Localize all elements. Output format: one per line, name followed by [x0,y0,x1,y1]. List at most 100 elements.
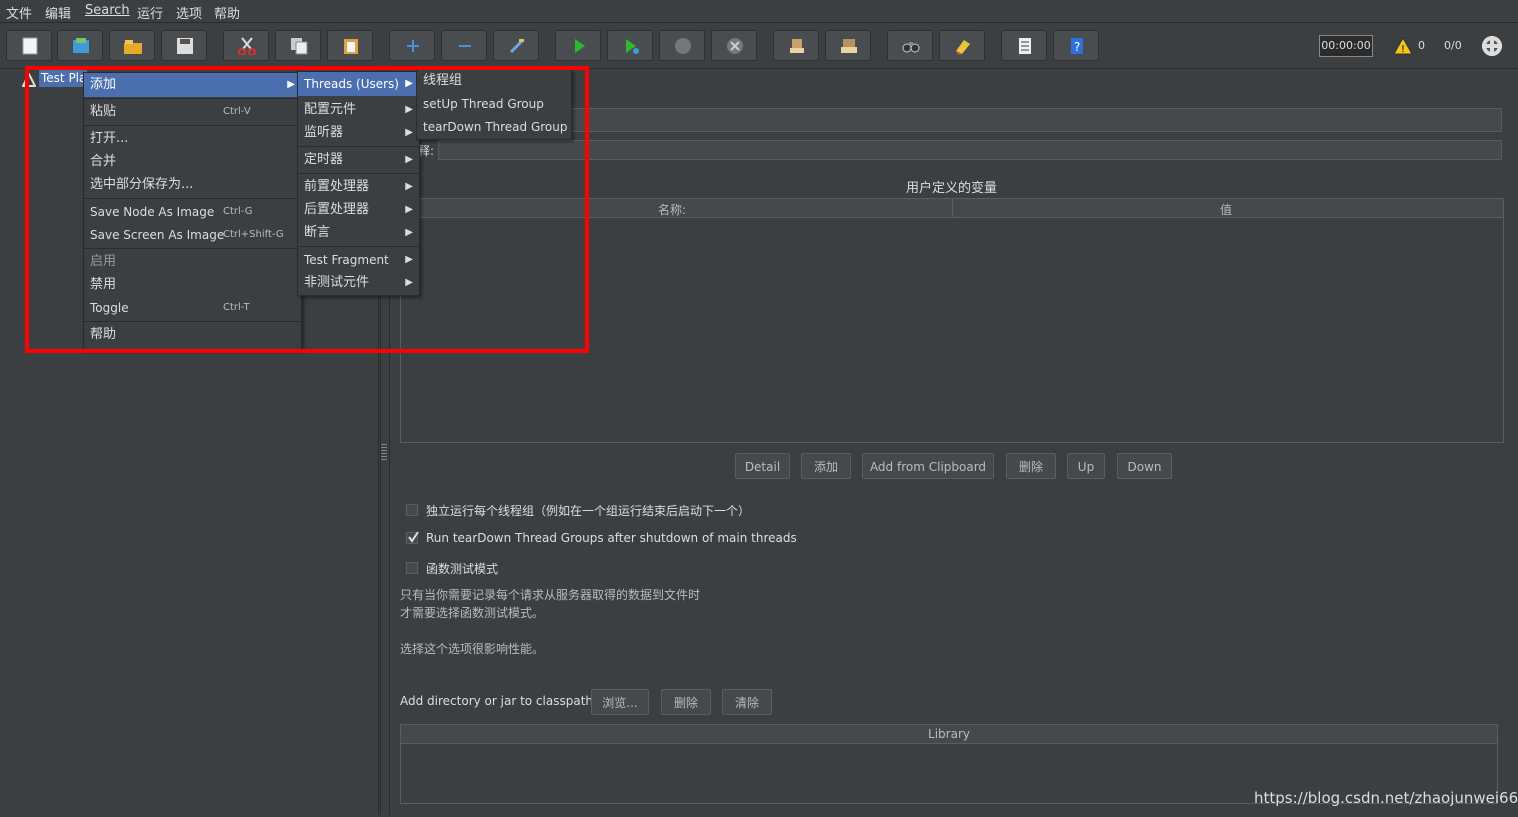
open-button[interactable] [109,30,155,61]
clear-all-button[interactable] [825,30,871,61]
submenu-arrow-icon: ▶ [405,104,413,115]
checkmark-icon [408,531,419,543]
submenu-item-timer[interactable]: 定时器 ▶ [298,149,419,171]
add-button[interactable]: 添加 [801,453,851,479]
menu-edit[interactable]: 编辑 [45,3,71,22]
udv-table: 名称: 值 [400,198,1504,443]
save-button[interactable] [161,30,207,61]
warning-icon[interactable]: ! [1393,37,1413,55]
menu-bar: 文件 编辑 Search 运行 选项 帮助 [0,0,1518,23]
note-line-3: 选择这个选项很影响性能。 [400,642,545,656]
start-icon [575,39,585,53]
help-button[interactable]: ? [1053,30,1099,61]
teardown-checkbox[interactable] [406,531,419,544]
search-button[interactable] [887,30,933,61]
templates-button[interactable] [57,30,103,61]
udv-table-header: 名称: 值 [401,199,1503,218]
test-plan-editor: 释: 用户定义的变量 名称: 值 Detail 添加 Add from Clip… [390,70,1518,817]
collapse-icon [459,45,471,47]
menu-item-add[interactable]: 添加 ▶ [84,73,301,97]
svg-text:!: ! [1401,44,1405,55]
tree-node-test-plan[interactable]: Test Pla [39,70,87,87]
open-icon [124,40,142,54]
submenu-arrow-icon: ▶ [405,78,413,89]
col-value-header[interactable]: 值 [1220,201,1232,218]
cut-button[interactable] [223,30,269,61]
save-icon [177,38,193,54]
start-button[interactable] [555,30,601,61]
shutdown-button[interactable] [711,30,757,61]
function-helper-icon [1019,38,1031,54]
name-field[interactable] [567,108,1502,132]
delete-button[interactable]: 删除 [1006,453,1056,479]
watermark: https://blog.csdn.net/zhaojunwei666 [1254,789,1518,807]
remote-icon[interactable] [1481,35,1503,57]
new-button[interactable] [6,30,52,61]
down-button[interactable]: Down [1117,453,1172,479]
clear-button[interactable] [773,30,819,61]
detail-button[interactable]: Detail [735,453,790,479]
submenu-arrow-icon: ▶ [405,181,413,192]
collapse-button[interactable] [441,30,487,61]
elapsed-timer: 00:00:00 [1319,35,1373,57]
run-serial-checkbox[interactable] [406,504,418,516]
copy-button[interactable] [275,30,321,61]
start-no-pause-button[interactable] [607,30,653,61]
menu-item-save-node-image[interactable]: Save Node As Image Ctrl-G [84,201,301,223]
menu-item-save-selection[interactable]: 选中部分保存为... [84,174,301,196]
menu-help[interactable]: 帮助 [214,3,240,22]
menu-separator [84,98,301,99]
submenu-item-setup-thread-group[interactable]: setUp Thread Group [417,93,571,115]
submenu-arrow-icon: ▶ [287,79,295,90]
submenu-item-teardown-thread-group[interactable]: tearDown Thread Group [417,116,571,138]
up-button[interactable]: Up [1067,453,1105,479]
submenu-item-preprocessor[interactable]: 前置处理器 ▶ [298,176,419,198]
expand-button[interactable] [389,30,435,61]
paste-button[interactable] [327,30,373,61]
splitter-handle[interactable] [381,442,387,460]
menu-options[interactable]: 选项 [176,3,202,22]
cp-clear-button[interactable]: 清除 [722,689,772,715]
stop-button[interactable] [659,30,705,61]
cp-delete-button[interactable]: 删除 [661,689,711,715]
menu-separator [298,173,419,174]
comment-field[interactable] [438,140,1502,160]
submenu-item-listener[interactable]: 监听器 ▶ [298,122,419,144]
menu-item-disable[interactable]: 禁用 [84,274,301,296]
submenu-item-postprocessor[interactable]: 后置处理器 ▶ [298,199,419,221]
udv-title: 用户定义的变量 [906,181,998,196]
submenu-item-test-fragment[interactable]: Test Fragment ▶ [298,249,419,271]
submenu-arrow-icon: ▶ [405,277,413,288]
run-serial-label: 独立运行每个线程组（例如在一个组运行结束后启动下一个） [426,504,751,518]
menu-item-merge[interactable]: 合并 [84,151,301,173]
search-icon [902,42,920,53]
add-from-clipboard-button[interactable]: Add from Clipboard [862,453,994,479]
menu-item-save-screen-image[interactable]: Save Screen As Image Ctrl+Shift-G [84,224,301,246]
note-line-1: 只有当你需要记录每个请求从服务器取得的数据到文件时 [400,588,701,602]
menu-search[interactable]: Search [85,3,130,18]
submenu-item-thread-group[interactable]: 线程组 [417,70,571,92]
submenu-item-non-test[interactable]: 非测试元件 ▶ [298,272,419,294]
menu-item-paste[interactable]: 粘贴 Ctrl-V [84,101,301,123]
function-helper-button[interactable] [1001,30,1047,61]
teardown-label: Run tearDown Thread Groups after shutdow… [426,531,797,545]
menu-item-open[interactable]: 打开... [84,128,301,150]
browse-button[interactable]: 浏览... [591,689,649,715]
submenu-item-threads[interactable]: Threads (Users) ▶ [298,72,419,96]
menu-run[interactable]: 运行 [137,3,163,22]
start-no-pause-icon [626,39,639,54]
menu-file[interactable]: 文件 [6,3,32,22]
submenu-item-assertion[interactable]: 断言 ▶ [298,222,419,244]
expand-icon [407,40,419,52]
classpath-label: Add directory or jar to classpath [400,694,594,708]
submenu-item-config[interactable]: 配置元件 ▶ [298,99,419,121]
menu-item-help[interactable]: 帮助 [84,324,301,346]
functional-mode-checkbox[interactable] [406,562,418,574]
library-header[interactable]: Library [401,725,1497,744]
menu-item-toggle[interactable]: Toggle Ctrl-T [84,297,301,319]
reset-search-button[interactable] [939,30,985,61]
menu-item-enable[interactable]: 启用 [84,251,301,273]
toggle-button[interactable] [493,30,539,61]
toggle-icon [509,38,525,54]
col-name-header[interactable]: 名称: [658,201,686,218]
